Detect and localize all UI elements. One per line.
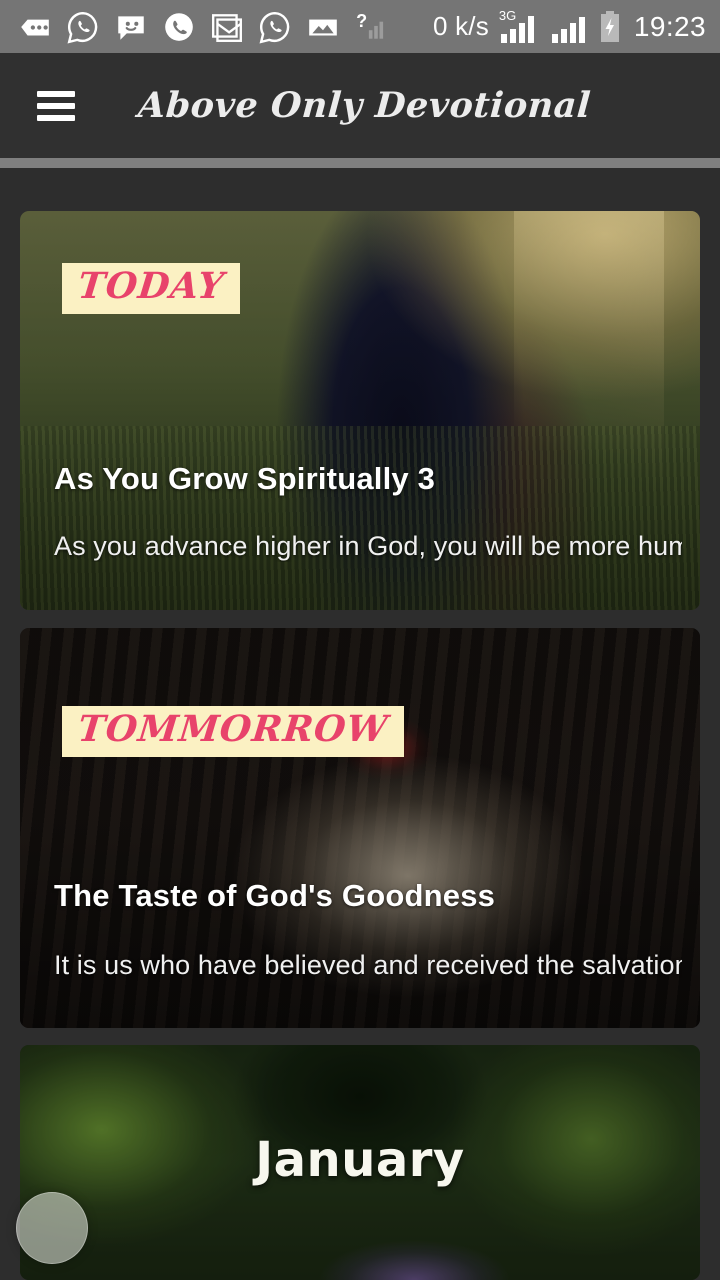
battery-charging-icon <box>600 10 619 42</box>
app-bar: Above Only Devotional <box>0 53 720 158</box>
app-title: Above Only Devotional <box>136 85 593 126</box>
hamburger-bar-2 <box>37 102 75 109</box>
status-bar-system-icons: 0 k/s 3G 19:23 <box>433 7 706 44</box>
today-badge: TODAY <box>62 263 241 314</box>
card-title: The Taste of God's Goodness <box>54 878 496 913</box>
clock-label: 19:23 <box>633 10 706 42</box>
tomorrow-badge-label: TOMMORROW <box>75 708 391 750</box>
gmail-icon <box>212 13 242 42</box>
hamburger-menu-icon[interactable] <box>37 90 75 121</box>
status-bar-notification-icons: ? <box>18 10 433 44</box>
svg-text:?: ? <box>356 11 367 31</box>
month-card-january[interactable]: January <box>20 1045 700 1280</box>
tomorrow-badge: TOMMORROW <box>62 706 404 757</box>
phone-call-icon <box>165 12 193 41</box>
app-bar-divider <box>0 158 720 168</box>
devotional-card-tomorrow[interactable]: TOMMORROW The Taste of God's Goodness It… <box>20 628 700 1028</box>
today-badge-label: TODAY <box>75 265 227 307</box>
devotional-list[interactable]: TODAY As You Grow Spiritually 3 As you a… <box>0 168 720 1280</box>
messages-dots-icon <box>21 19 49 35</box>
unknown-sim-signal-icon: ? <box>356 11 384 39</box>
network-type-label: 3G <box>498 7 517 23</box>
card-excerpt: As you advance higher in God, you will b… <box>54 531 682 561</box>
signal-strength-sim1-icon: 3G <box>498 7 541 44</box>
month-label: January <box>255 1131 465 1188</box>
whatsapp-icon <box>67 11 98 44</box>
sms-smiley-icon <box>118 15 144 40</box>
whatsapp-business-icon <box>259 11 290 44</box>
hamburger-bar-3 <box>37 114 75 121</box>
devotional-card-today[interactable]: TODAY As You Grow Spiritually 3 As you a… <box>20 211 700 610</box>
status-bar: ? 0 k/s 3G 19:23 <box>0 0 720 53</box>
assistive-touch-button[interactable] <box>16 1192 88 1264</box>
card-excerpt: It is us who have believed and received … <box>54 950 682 980</box>
card-title: As You Grow Spiritually 3 <box>54 461 436 496</box>
signal-strength-sim2-icon <box>551 16 585 43</box>
network-speed-label: 0 k/s <box>433 11 489 41</box>
screenshot-image-icon <box>309 19 337 35</box>
hamburger-bar-1 <box>37 90 75 97</box>
